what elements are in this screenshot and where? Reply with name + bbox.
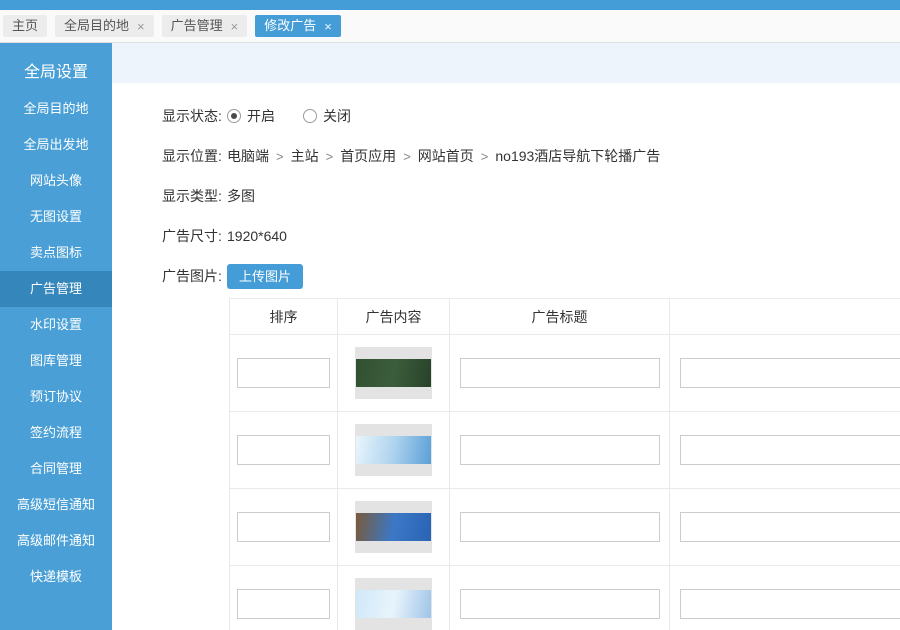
tab-edit-ad[interactable]: 修改广告 × — [255, 15, 341, 37]
tab-label: 广告管理 — [171, 15, 223, 37]
display-status-label: 显示状态: — [162, 106, 227, 126]
ad-extra-input[interactable] — [680, 358, 900, 388]
ad-size-label: 广告尺寸: — [162, 226, 227, 246]
ad-banner-image — [356, 513, 431, 541]
radio-icon[interactable] — [227, 109, 241, 123]
radio-option-on[interactable]: 开启 — [227, 106, 275, 126]
table-row — [230, 566, 900, 630]
ad-title-input[interactable] — [460, 358, 660, 388]
tab-bar: 主页 全局目的地 × 广告管理 × 修改广告 × — [0, 10, 900, 43]
table-row — [230, 412, 900, 489]
sidebar-item-global-destination[interactable]: 全局目的地 — [0, 91, 112, 127]
ad-image-label: 广告图片: — [162, 266, 227, 286]
breadcrumb-item: 首页应用 — [340, 148, 396, 164]
breadcrumb-separator: > — [481, 149, 489, 164]
column-header-ad-title: 广告标题 — [450, 299, 670, 335]
display-position-row: 显示位置: 电脑端 > 主站 > 首页应用 > 网站首页 > no193酒店导航下轮播广告 — [162, 136, 900, 176]
display-position-label: 显示位置: — [162, 146, 227, 166]
sort-input[interactable] — [237, 512, 330, 542]
ad-thumbnail — [355, 501, 432, 553]
table-row — [230, 489, 900, 566]
ad-title-input[interactable] — [460, 589, 660, 619]
ad-edit-form: 显示状态: 开启 关闭 显示位置: 电脑端 > 主站 > 首页应用 > 网站首页 > no193… — [112, 83, 900, 296]
sidebar-item-booking-agreement[interactable]: 预订协议 — [0, 379, 112, 415]
sidebar-item-signing-process[interactable]: 签约流程 — [0, 415, 112, 451]
display-type-value: 多图 — [227, 186, 255, 206]
sidebar-header: 全局设置 — [0, 55, 112, 91]
column-header-sort: 排序 — [230, 299, 338, 335]
breadcrumb-separator: > — [403, 149, 411, 164]
admin-app: 主页 全局目的地 × 广告管理 × 修改广告 × 全局设置 全局目的地 全局出发… — [0, 0, 900, 630]
ad-banner-image — [356, 590, 431, 618]
sidebar-item-advanced-email-notify[interactable]: 高级邮件通知 — [0, 523, 112, 559]
content-header-band — [112, 43, 900, 83]
breadcrumb-item: 主站 — [291, 148, 319, 164]
breadcrumb-item: 网站首页 — [418, 148, 474, 164]
sidebar-item-global-departure[interactable]: 全局出发地 — [0, 127, 112, 163]
breadcrumb-separator: > — [326, 149, 334, 164]
sort-input[interactable] — [237, 358, 330, 388]
tab-label: 主页 — [12, 15, 38, 37]
column-header-extra — [670, 299, 900, 335]
ad-image-row: 广告图片: 上传图片 — [162, 256, 900, 296]
ad-size-row: 广告尺寸: 1920*640 — [162, 216, 900, 256]
tab-home[interactable]: 主页 — [3, 15, 47, 37]
sidebar-item-watermark-setting[interactable]: 水印设置 — [0, 307, 112, 343]
sidebar-item-gallery-management[interactable]: 图库管理 — [0, 343, 112, 379]
breadcrumb: 电脑端 > 主站 > 首页应用 > 网站首页 > no193酒店导航下轮播广告 — [227, 146, 660, 166]
tab-global-destination[interactable]: 全局目的地 × — [55, 15, 154, 37]
top-accent-bar — [0, 0, 900, 10]
ad-thumbnail — [355, 347, 432, 399]
sort-input[interactable] — [237, 435, 330, 465]
sidebar-item-ad-management[interactable]: 广告管理 — [0, 271, 112, 307]
close-icon[interactable]: × — [231, 20, 239, 33]
sidebar-item-no-image-setting[interactable]: 无图设置 — [0, 199, 112, 235]
table-header-row: 排序 广告内容 广告标题 — [230, 299, 900, 335]
ad-banner-image — [356, 359, 431, 387]
ad-thumbnail — [355, 578, 432, 630]
ad-thumbnail — [355, 424, 432, 476]
close-icon[interactable]: × — [324, 20, 332, 33]
radio-label: 关闭 — [323, 106, 351, 126]
ad-extra-input[interactable] — [680, 589, 900, 619]
ad-title-input[interactable] — [460, 512, 660, 542]
ad-items-table: 排序 广告内容 广告标题 — [229, 298, 900, 630]
sidebar-item-site-avatar[interactable]: 网站头像 — [0, 163, 112, 199]
sort-input[interactable] — [237, 589, 330, 619]
radio-label: 开启 — [247, 106, 275, 126]
sidebar-item-selling-point-icons[interactable]: 卖点图标 — [0, 235, 112, 271]
breadcrumb-item: no193酒店导航下轮播广告 — [495, 148, 660, 164]
close-icon[interactable]: × — [137, 20, 145, 33]
sidebar-item-contract-management[interactable]: 合同管理 — [0, 451, 112, 487]
ad-banner-image — [356, 436, 431, 464]
upload-image-button[interactable]: 上传图片 — [227, 264, 303, 289]
display-type-label: 显示类型: — [162, 186, 227, 206]
column-header-ad-content: 广告内容 — [338, 299, 450, 335]
ad-size-value: 1920*640 — [227, 228, 287, 244]
tab-label: 修改广告 — [264, 15, 316, 37]
ad-extra-input[interactable] — [680, 512, 900, 542]
display-status-row: 显示状态: 开启 关闭 — [162, 96, 900, 136]
radio-icon[interactable] — [303, 109, 317, 123]
main-content: 显示状态: 开启 关闭 显示位置: 电脑端 > 主站 > 首页应用 > 网站首页 > no193… — [112, 43, 900, 630]
sidebar-item-express-template[interactable]: 快递模板 — [0, 559, 112, 595]
table-row — [230, 335, 900, 412]
sidebar-item-advanced-sms-notify[interactable]: 高级短信通知 — [0, 487, 112, 523]
sidebar: 全局设置 全局目的地 全局出发地 网站头像 无图设置 卖点图标 广告管理 水印设… — [0, 43, 112, 630]
display-type-row: 显示类型: 多图 — [162, 176, 900, 216]
tab-ad-management[interactable]: 广告管理 × — [162, 15, 248, 37]
radio-option-off[interactable]: 关闭 — [303, 106, 351, 126]
ad-extra-input[interactable] — [680, 435, 900, 465]
display-status-radio-group: 开启 关闭 — [227, 106, 351, 126]
tab-label: 全局目的地 — [64, 15, 129, 37]
ad-title-input[interactable] — [460, 435, 660, 465]
breadcrumb-item: 电脑端 — [227, 148, 269, 164]
breadcrumb-separator: > — [276, 149, 284, 164]
